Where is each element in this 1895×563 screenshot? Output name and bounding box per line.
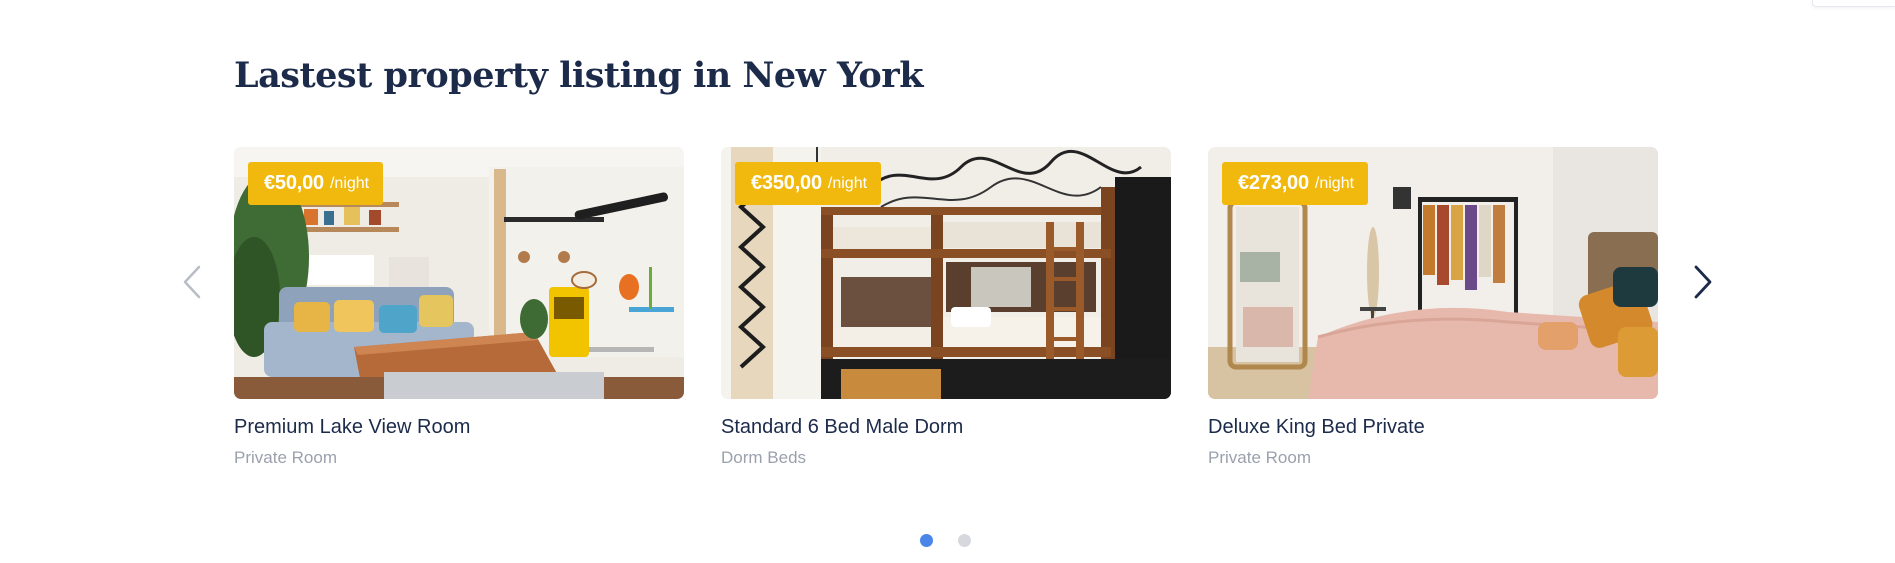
listings-carousel: €50,00 /night Premium Lake View Room Pri… xyxy=(170,140,1725,520)
carousel-pagination xyxy=(920,534,971,547)
carousel-prev-button[interactable] xyxy=(174,258,210,306)
bedroom-photo: €273,00 /night xyxy=(1208,147,1658,399)
living-room-photo: €50,00 /night xyxy=(234,147,684,399)
price-unit: /night xyxy=(329,174,370,192)
listing-card[interactable]: €50,00 /night Premium Lake View Room Pri… xyxy=(234,147,684,468)
listing-type: Private Room xyxy=(1208,448,1311,467)
listing-type: Private Room xyxy=(234,448,337,467)
price-unit: /night xyxy=(827,174,868,192)
price-amount: €273,00 xyxy=(1238,172,1309,194)
chevron-left-icon xyxy=(181,264,203,300)
listing-title[interactable]: Premium Lake View Room xyxy=(234,416,684,439)
listing-title[interactable]: Standard 6 Bed Male Dorm xyxy=(721,416,1171,439)
price-badge: €273,00 /night xyxy=(1222,162,1369,205)
price-badge: €350,00 /night xyxy=(735,162,882,205)
carousel-next-button[interactable] xyxy=(1685,258,1721,306)
listing-type: Dorm Beds xyxy=(721,448,807,467)
corner-tab xyxy=(1812,0,1895,7)
price-unit: /night xyxy=(1314,174,1355,192)
price-amount: €350,00 xyxy=(751,172,822,194)
pagination-dot-1[interactable] xyxy=(920,534,933,547)
chevron-right-icon xyxy=(1692,264,1714,300)
listing-title[interactable]: Deluxe King Bed Private xyxy=(1208,416,1658,439)
section-title: Lastest property listing in New York xyxy=(234,55,923,96)
bunk-bed-dorm-photo: €350,00 /night xyxy=(721,147,1171,399)
price-amount: €50,00 xyxy=(264,172,324,194)
listing-card[interactable]: €273,00 /night Deluxe King Bed Private P… xyxy=(1208,147,1658,468)
listing-card[interactable]: €350,00 /night Standard 6 Bed Male Dorm … xyxy=(721,147,1171,468)
pagination-dot-2[interactable] xyxy=(958,534,971,547)
price-badge: €50,00 /night xyxy=(248,162,384,205)
